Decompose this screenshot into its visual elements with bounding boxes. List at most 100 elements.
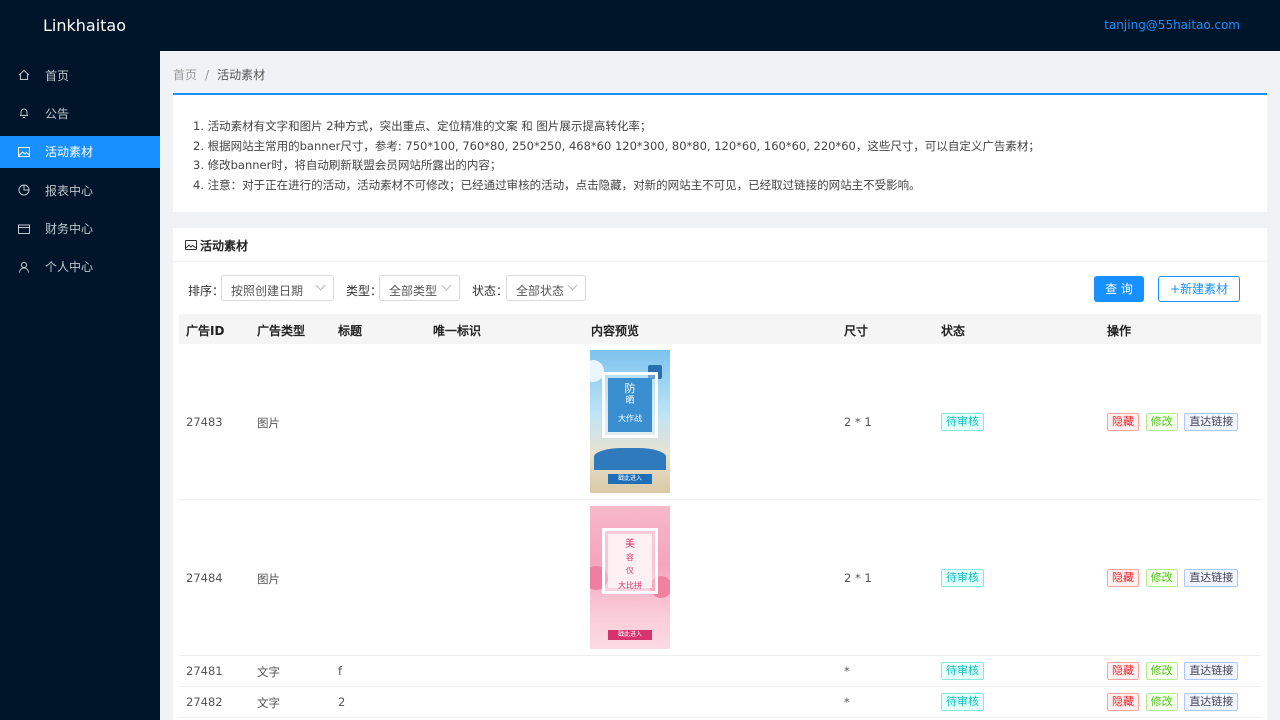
type-select[interactable]: 全部类型 [379, 275, 460, 301]
banner-cta: 戳此进入 [608, 474, 652, 484]
sidebar-item-label: 活动素材 [45, 145, 94, 160]
ad-title: 2 [338, 695, 346, 709]
top-bar: Linkhaitao tanjing@55haitao.com [0, 0, 1280, 51]
breadcrumb: 首页 / 活动素材 [173, 66, 265, 83]
sidebar-item-label: 首页 [45, 68, 70, 83]
banner-text: 晒 [625, 396, 635, 406]
ad-type: 文字 [257, 665, 280, 679]
materials-table: 广告ID 广告类型 标题 唯一标识 内容预览 尺寸 状态 操作 27483 图片… [179, 314, 1261, 718]
sidebar-item-label: 报表中心 [45, 183, 94, 198]
home-icon [18, 69, 30, 81]
table-row: 27483 图片 防 晒 大作战 戳此进入 2 * 1 待审核 隐藏 修改 直达… [179, 344, 1261, 500]
banner-preview-beauty[interactable]: 美 容 仪 大比拼 戳此进入 [590, 506, 670, 649]
direct-link-button[interactable]: 直达链接 [1184, 413, 1239, 431]
user-icon [18, 261, 30, 273]
direct-link-button[interactable]: 直达链接 [1184, 569, 1239, 587]
type-select-value: 全部类型 [389, 284, 438, 298]
sidebar-item-label: 财务中心 [45, 222, 94, 237]
status-select[interactable]: 全部状态 [506, 275, 586, 301]
user-email[interactable]: tanjing@55haitao.com [1104, 18, 1240, 32]
panel-header: 活动素材 [173, 228, 1267, 262]
banner-card-text: 防 晒 大作战 [608, 378, 652, 432]
sidebar-item-label: 公告 [45, 106, 70, 121]
ad-id: 27482 [186, 695, 223, 709]
row-actions: 隐藏 修改 直达链接 [1107, 693, 1241, 711]
sidebar-item-materials[interactable]: 活动素材 [0, 135, 160, 168]
banner-text: 大比拼 [618, 581, 642, 590]
breadcrumb-separator: / [205, 68, 210, 82]
sort-select[interactable]: 按照创建日期 [221, 275, 334, 301]
status-badge: 待审核 [941, 569, 984, 587]
column-header: 状态 [941, 324, 966, 338]
table-row: 27484 图片 美 容 仪 大比拼 戳此进入 2 * 1 待审核 隐藏 修改 … [179, 500, 1261, 656]
ad-type: 图片 [257, 572, 280, 586]
banner-cta: 戳此进入 [608, 630, 652, 640]
table-row: 27481 文字 f * 待审核 隐藏 修改 直达链接 [179, 656, 1261, 687]
ad-size: 2 * 1 [844, 415, 872, 429]
ad-id: 27481 [186, 664, 223, 678]
wallet-icon [18, 223, 30, 235]
banner-preview-sun[interactable]: 防 晒 大作战 戳此进入 [590, 350, 670, 493]
notice-line: 1. 活动素材有文字和图片 2种方式，突出重点、定位精准的文案 和 图片展示提高… [193, 119, 652, 133]
sidebar-item-home[interactable]: 首页 [0, 59, 160, 91]
ad-id: 27483 [186, 415, 223, 429]
hide-button[interactable]: 隐藏 [1107, 413, 1139, 431]
ad-type: 图片 [257, 416, 280, 430]
sidebar-item-profile[interactable]: 个人中心 [0, 251, 160, 283]
filter-bar: 排序： 按照创建日期 类型： 全部类型 状态： 全部状态 查 询 +新建素材 [188, 275, 1258, 303]
column-header: 操作 [1107, 324, 1132, 338]
chevron-down-icon [441, 280, 452, 291]
pie-chart-icon [18, 184, 30, 196]
banner-card: 美 容 仪 大比拼 [602, 528, 658, 594]
sidebar-item-notice[interactable]: 公告 [0, 97, 160, 129]
sidebar-item-finance[interactable]: 财务中心 [0, 213, 160, 245]
banner-text: 美 [625, 539, 635, 550]
hide-button[interactable]: 隐藏 [1107, 662, 1139, 680]
sort-select-value: 按照创建日期 [231, 284, 304, 298]
wave-shape [594, 448, 666, 470]
edit-button[interactable]: 修改 [1145, 662, 1178, 680]
column-header: 广告类型 [257, 324, 306, 338]
status-badge: 待审核 [941, 662, 984, 680]
type-label: 类型： [346, 284, 383, 298]
direct-link-button[interactable]: 直达链接 [1184, 662, 1239, 680]
hide-button[interactable]: 隐藏 [1107, 569, 1139, 587]
ad-size: * [844, 695, 850, 709]
banner-card-text: 美 容 仪 大比拼 [608, 534, 652, 590]
breadcrumb-home[interactable]: 首页 [173, 68, 197, 82]
sort-label: 排序： [188, 284, 225, 298]
notice-line: 3. 修改banner时，将自动刷新联盟会员网站所露出的内容； [193, 158, 502, 172]
breadcrumb-current: 活动素材 [217, 68, 266, 82]
edit-button[interactable]: 修改 [1145, 413, 1178, 431]
column-header: 内容预览 [591, 324, 640, 338]
column-header: 标题 [338, 324, 363, 338]
ad-size: 2 * 1 [844, 571, 872, 585]
table-row: 27482 文字 2 * 待审核 隐藏 修改 直达链接 [179, 687, 1261, 718]
banner-text: 防 [624, 382, 636, 395]
status-select-value: 全部状态 [516, 284, 565, 298]
brand-logo[interactable]: Linkhaitao [43, 16, 126, 35]
column-header: 唯一标识 [433, 324, 482, 338]
ad-size: * [844, 664, 850, 678]
row-actions: 隐藏 修改 直达链接 [1107, 569, 1241, 587]
notice-panel: 1. 活动素材有文字和图片 2种方式，突出重点、定位精准的文案 和 图片展示提高… [173, 93, 1267, 212]
status-label: 状态： [472, 284, 509, 298]
hide-button[interactable]: 隐藏 [1107, 693, 1139, 711]
notice-line: 2. 根据网站主常用的banner尺寸，参考: 750*100, 760*80,… [193, 138, 1040, 153]
bell-icon [18, 107, 30, 119]
ad-title: f [338, 664, 343, 678]
new-material-button[interactable]: +新建素材 [1158, 276, 1240, 302]
sidebar-item-reports[interactable]: 报表中心 [0, 174, 160, 206]
ad-type: 文字 [257, 696, 280, 710]
panel-title: 活动素材 [200, 238, 249, 253]
banner-text: 大作战 [618, 414, 642, 423]
status-badge: 待审核 [941, 413, 984, 431]
direct-link-button[interactable]: 直达链接 [1184, 693, 1239, 711]
picture-icon [185, 240, 197, 250]
table-header: 广告ID 广告类型 标题 唯一标识 内容预览 尺寸 状态 操作 [179, 314, 1261, 344]
status-tag: 待审核 [941, 413, 984, 431]
column-header: 广告ID [186, 324, 225, 338]
edit-button[interactable]: 修改 [1145, 569, 1178, 587]
edit-button[interactable]: 修改 [1145, 693, 1178, 711]
query-button[interactable]: 查 询 [1094, 276, 1144, 302]
